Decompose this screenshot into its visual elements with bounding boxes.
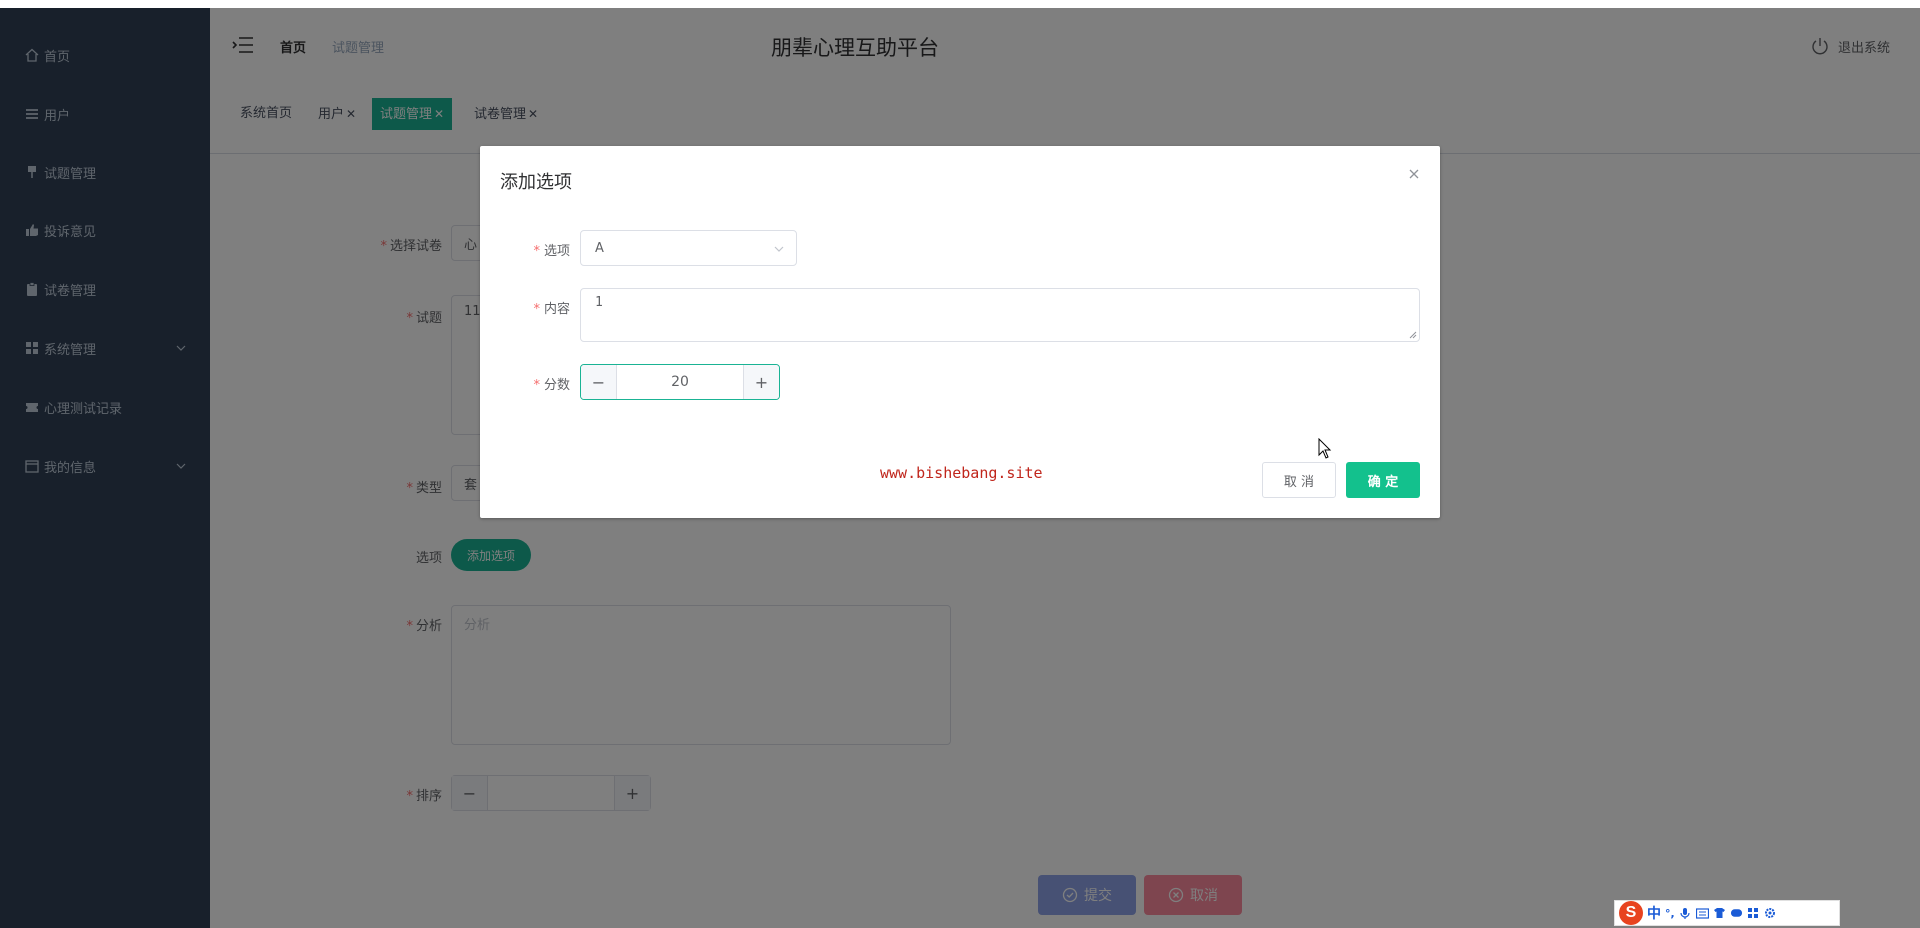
content-value: 1 xyxy=(595,295,603,310)
sogou-logo-icon[interactable]: S xyxy=(1619,901,1643,925)
content-label: * 内容 xyxy=(533,302,570,317)
minus-icon[interactable]: − xyxy=(581,365,617,399)
shirt-icon[interactable] xyxy=(1713,907,1726,920)
mouse-cursor-icon xyxy=(1318,438,1332,459)
score-input[interactable]: 20 xyxy=(617,365,743,399)
ime-punct-toggle[interactable]: °, xyxy=(1665,907,1675,920)
plus-icon[interactable]: + xyxy=(743,365,779,399)
settings-icon[interactable] xyxy=(1764,907,1777,920)
microphone-icon[interactable] xyxy=(1679,907,1692,920)
keyboard-icon[interactable] xyxy=(1695,907,1709,920)
add-option-dialog: 添加选项 * 选项 A * 内容 1 * 分数 − 20 + www.bisheban… xyxy=(480,146,1440,518)
option-select-value: A xyxy=(595,240,604,256)
score-label: * 分数 xyxy=(533,378,570,393)
apps-icon[interactable] xyxy=(1747,907,1760,920)
chevron-down-icon xyxy=(774,246,784,252)
ime-toolbar: S 中 °, xyxy=(1614,900,1840,926)
option-select[interactable]: A xyxy=(580,230,797,266)
dialog-title: 添加选项 xyxy=(500,172,572,193)
dialog-confirm-button[interactable]: 确 定 xyxy=(1346,462,1420,498)
ime-mode-toggle[interactable]: 中 xyxy=(1647,903,1661,923)
resize-handle-icon[interactable] xyxy=(1409,331,1417,339)
close-icon[interactable] xyxy=(1406,166,1422,182)
watermark-text: www.bishebang.site xyxy=(880,464,1043,482)
dialog-cancel-button[interactable]: 取 消 xyxy=(1262,462,1336,498)
gamepad-icon[interactable] xyxy=(1730,907,1743,920)
content-textarea[interactable]: 1 xyxy=(580,288,1420,342)
score-stepper[interactable]: − 20 + xyxy=(580,364,780,400)
option-label: * 选项 xyxy=(533,244,570,259)
